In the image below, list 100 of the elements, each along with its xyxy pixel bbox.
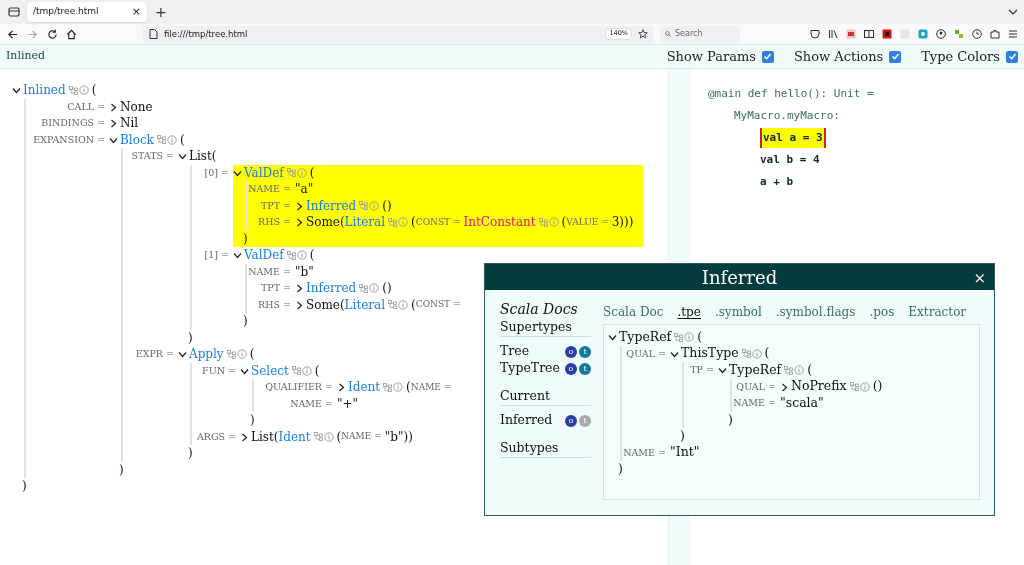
search-input[interactable]: Search: [675, 28, 735, 40]
home-icon[interactable]: [66, 28, 77, 40]
node-link[interactable]: Ident: [348, 378, 381, 397]
tree-icon[interactable]: [388, 300, 398, 310]
extension-icon[interactable]: [882, 29, 892, 39]
chevron-right-icon[interactable]: [295, 284, 304, 293]
tree-icon[interactable]: [286, 168, 296, 178]
node-link[interactable]: Inferred: [306, 279, 357, 298]
chevron-down-icon[interactable]: [233, 168, 242, 178]
node-link[interactable]: Select: [251, 361, 289, 380]
info-icon[interactable]: [296, 167, 307, 178]
chevron-right-icon[interactable]: [295, 201, 304, 211]
tree-icon[interactable]: [313, 432, 323, 442]
tree-icon[interactable]: [383, 382, 393, 392]
tree-icon[interactable]: [674, 332, 684, 342]
tree-icon[interactable]: [849, 382, 859, 392]
info-icon[interactable]: [369, 283, 380, 294]
tree-icon[interactable]: [68, 85, 78, 95]
type-link[interactable]: Tree: [500, 342, 563, 361]
info-icon[interactable]: [794, 365, 805, 376]
info-icon[interactable]: [859, 381, 870, 392]
chevron-down-icon[interactable]: [240, 366, 249, 376]
node-link[interactable]: Literal: [344, 213, 386, 232]
tree-icon[interactable]: [291, 366, 301, 376]
type-link[interactable]: TypeRef: [619, 327, 672, 347]
menu-icon[interactable]: [1008, 29, 1018, 39]
tree-icon[interactable]: [156, 135, 166, 145]
tab-list-icon[interactable]: [8, 6, 20, 18]
tree-icon[interactable]: [741, 349, 751, 359]
library-icon[interactable]: [828, 29, 838, 39]
info-icon[interactable]: [548, 217, 559, 228]
info-icon[interactable]: [369, 200, 380, 211]
puzzle-icon[interactable]: [990, 29, 1000, 39]
chevron-right-icon[interactable]: [295, 218, 304, 227]
type-link[interactable]: TypeTree: [500, 359, 563, 378]
info-icon[interactable]: [393, 382, 404, 393]
chevron-down-icon[interactable]: [608, 333, 617, 342]
tab[interactable]: Scala Doc: [603, 303, 664, 321]
chevron-right-icon[interactable]: [109, 102, 118, 112]
tree-icon[interactable]: [388, 217, 398, 227]
chevron-down-icon[interactable]: [1008, 7, 1018, 17]
tab[interactable]: .symbol.flags: [775, 303, 856, 321]
chevron-down-icon[interactable]: [718, 366, 727, 375]
node-link[interactable]: Apply: [189, 345, 224, 364]
account-icon[interactable]: [936, 29, 946, 39]
new-tab-button[interactable]: +: [155, 1, 167, 23]
forward-icon[interactable]: [27, 28, 38, 40]
node-link[interactable]: Inferred: [306, 196, 357, 215]
chevron-right-icon[interactable]: [295, 300, 304, 310]
tree-icon[interactable]: [538, 217, 548, 227]
chevron-down-icon[interactable]: [233, 251, 242, 260]
badge[interactable]: o: [565, 362, 577, 375]
tree-icon[interactable]: [784, 365, 794, 375]
tab[interactable]: Extractor: [908, 303, 967, 321]
checkbox[interactable]: [761, 50, 774, 63]
tab[interactable]: .symbol: [714, 303, 762, 321]
chevron-down-icon[interactable]: [178, 350, 187, 359]
constant-link[interactable]: IntConstant: [463, 213, 536, 232]
info-icon[interactable]: [78, 85, 89, 96]
chevron-right-icon[interactable]: [240, 432, 249, 442]
chevron-right-icon[interactable]: [109, 119, 118, 128]
chevron-down-icon[interactable]: [109, 135, 118, 145]
node-link[interactable]: ValDef: [244, 246, 284, 265]
badge[interactable]: t: [579, 345, 591, 358]
type-link[interactable]: Inferred: [500, 411, 563, 430]
badge[interactable]: o: [565, 345, 577, 358]
tree-icon[interactable]: [359, 201, 369, 211]
info-icon[interactable]: [684, 332, 695, 343]
badge[interactable]: o: [565, 414, 577, 427]
tab[interactable]: .tpe: [677, 303, 701, 321]
reader-icon[interactable]: [864, 29, 874, 39]
browser-tab[interactable]: /tmp/tree.html ×: [27, 2, 147, 22]
chevron-right-icon[interactable]: [780, 382, 789, 392]
chevron-right-icon[interactable]: [337, 383, 346, 392]
close-icon[interactable]: ×: [131, 3, 141, 21]
node-link[interactable]: Literal: [344, 295, 386, 314]
info-icon[interactable]: [296, 250, 307, 261]
info-icon[interactable]: [166, 134, 177, 145]
node-link[interactable]: ValDef: [244, 163, 284, 182]
search-field[interactable]: Search: [660, 25, 740, 43]
clock-icon[interactable]: [972, 29, 982, 39]
info-icon[interactable]: [323, 431, 334, 442]
shield-icon[interactable]: [810, 29, 820, 39]
chevron-down-icon[interactable]: [670, 349, 679, 359]
node-link[interactable]: Inlined: [23, 81, 66, 100]
checkbox[interactable]: [889, 50, 902, 63]
reload-icon[interactable]: [47, 28, 58, 40]
info-icon[interactable]: [236, 349, 247, 360]
badge[interactable]: t: [579, 362, 591, 375]
info-icon[interactable]: [398, 217, 409, 228]
tree-icon[interactable]: [359, 283, 369, 293]
tree-icon[interactable]: [286, 250, 296, 260]
back-icon[interactable]: [7, 28, 18, 40]
tab[interactable]: .pos: [869, 303, 895, 321]
info-icon[interactable]: [398, 299, 409, 310]
chevron-down-icon[interactable]: [178, 152, 187, 161]
checkbox[interactable]: [1006, 50, 1018, 63]
close-button[interactable]: ×: [973, 267, 986, 290]
chevron-down-icon[interactable]: [12, 86, 21, 95]
info-icon[interactable]: [301, 365, 312, 376]
